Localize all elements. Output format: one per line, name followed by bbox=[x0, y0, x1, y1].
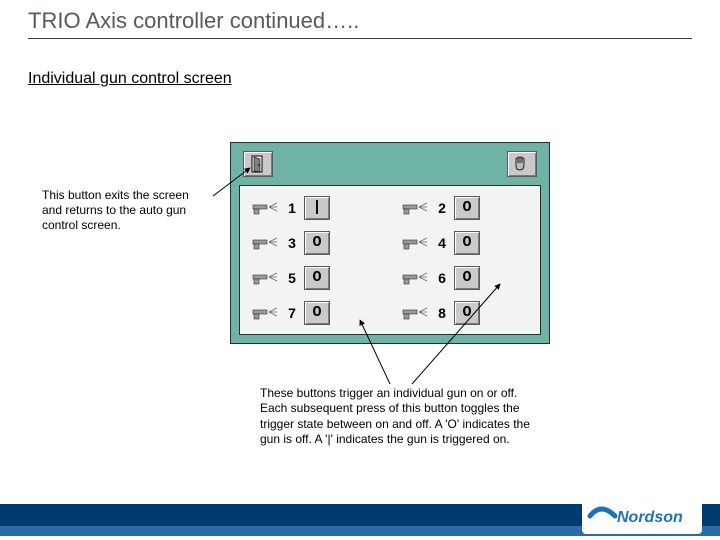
gun-toggle-button[interactable]: O bbox=[454, 301, 480, 325]
spray-gun-icon bbox=[400, 199, 430, 217]
gun-toggle-button[interactable]: O bbox=[454, 196, 480, 220]
svg-text:Nordson: Nordson bbox=[617, 509, 683, 526]
spray-gun-icon bbox=[250, 304, 280, 322]
callout-exit-button: This button exits the screen and returns… bbox=[42, 188, 212, 233]
spray-gun-icon bbox=[400, 269, 430, 287]
exit-button[interactable] bbox=[243, 151, 273, 177]
gun-cell-6: 6 O bbox=[396, 262, 534, 293]
gun-cell-2: 2 O bbox=[396, 192, 534, 223]
gun-cell-1: 1 | bbox=[246, 192, 384, 223]
gun-grid: 1 | 2 O 3 O 4 O bbox=[239, 185, 541, 335]
manual-mode-button[interactable] bbox=[507, 151, 537, 177]
section-subtitle: Individual gun control screen bbox=[28, 70, 232, 88]
gun-control-panel: 1 | 2 O 3 O 4 O bbox=[230, 142, 550, 344]
gun-toggle-button[interactable]: O bbox=[304, 301, 330, 325]
spray-gun-icon bbox=[400, 304, 430, 322]
spray-gun-icon bbox=[250, 234, 280, 252]
spray-gun-icon bbox=[400, 234, 430, 252]
gun-cell-8: 8 O bbox=[396, 297, 534, 328]
callout-trigger-buttons: These buttons trigger an individual gun … bbox=[260, 386, 540, 447]
gun-number: 7 bbox=[286, 305, 298, 321]
gun-cell-3: 3 O bbox=[246, 227, 384, 258]
gun-number: 6 bbox=[436, 270, 448, 286]
gun-toggle-button[interactable]: | bbox=[304, 196, 330, 220]
gun-number: 3 bbox=[286, 235, 298, 251]
nordson-logo: Nordson bbox=[582, 498, 702, 534]
title-underline bbox=[28, 38, 692, 39]
gun-number: 4 bbox=[436, 235, 448, 251]
gun-number: 1 bbox=[286, 200, 298, 216]
gun-cell-7: 7 O bbox=[246, 297, 384, 328]
gun-cell-5: 5 O bbox=[246, 262, 384, 293]
spray-gun-icon bbox=[250, 269, 280, 287]
gun-number: 8 bbox=[436, 305, 448, 321]
gun-toggle-button[interactable]: O bbox=[304, 266, 330, 290]
panel-top-bar bbox=[237, 149, 543, 179]
gun-number: 5 bbox=[286, 270, 298, 286]
gun-toggle-button[interactable]: O bbox=[454, 231, 480, 255]
slide-title: TRIO Axis controller continued….. bbox=[28, 8, 359, 34]
gun-number: 2 bbox=[436, 200, 448, 216]
gun-toggle-button[interactable]: O bbox=[304, 231, 330, 255]
gun-toggle-button[interactable]: O bbox=[454, 266, 480, 290]
gun-cell-4: 4 O bbox=[396, 227, 534, 258]
spray-gun-icon bbox=[250, 199, 280, 217]
